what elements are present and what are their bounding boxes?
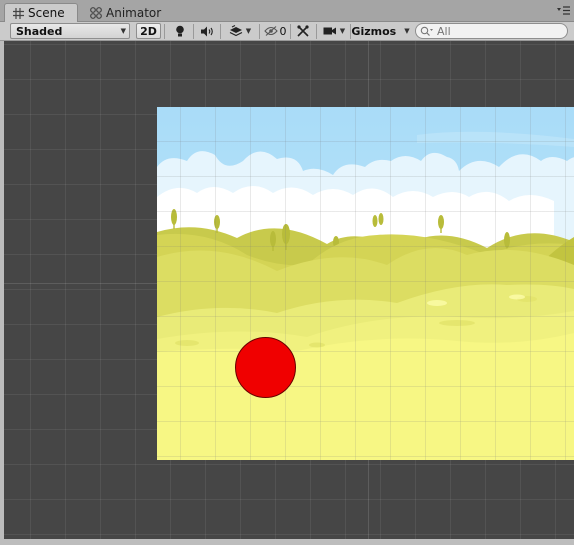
scene-toolbar: Shaded ▼ 2D ▼ 0 ▼ Gizmos ▼ <box>0 22 574 41</box>
tools-toggle[interactable] <box>293 23 313 39</box>
red-circle-sprite[interactable] <box>235 337 296 398</box>
effects-dropdown[interactable]: ▼ <box>223 23 257 39</box>
tab-scene-label: Scene <box>28 6 65 20</box>
scene-visibility-toggle[interactable]: 0 <box>262 23 288 39</box>
lighting-toggle[interactable] <box>170 23 190 39</box>
scene-hash-icon <box>13 7 24 19</box>
search-icon <box>420 26 433 36</box>
tab-animator-label: Animator <box>106 5 162 20</box>
toolbar-divider <box>164 24 165 39</box>
camera-icon <box>323 27 336 35</box>
audio-toggle[interactable] <box>196 23 218 39</box>
chevron-down-icon: ▼ <box>404 27 410 35</box>
grid-overlay <box>157 107 574 460</box>
mode-2d-button[interactable]: 2D <box>136 23 161 39</box>
shading-mode-dropdown[interactable]: Shaded ▼ <box>10 23 130 39</box>
chevron-down-icon: ▼ <box>120 27 126 35</box>
scene-viewport[interactable] <box>4 41 574 539</box>
effects-layers-icon <box>229 25 243 37</box>
toolbar-divider <box>316 24 317 39</box>
toolbar-divider <box>290 24 291 39</box>
gizmos-label: Gizmos <box>351 24 397 38</box>
toolbar-divider <box>259 24 260 39</box>
chevron-down-icon: ▼ <box>339 27 346 35</box>
toolbar-divider <box>193 24 194 39</box>
animator-icon <box>90 6 102 19</box>
tab-bar: Scene Animator <box>0 0 574 22</box>
tab-scene[interactable]: Scene <box>4 3 78 22</box>
hidden-eye-icon <box>263 26 278 36</box>
chevron-down-icon: ▼ <box>245 27 252 35</box>
search-input[interactable] <box>437 24 557 38</box>
tab-animator[interactable]: Animator <box>82 3 172 22</box>
panel-border <box>0 539 574 545</box>
scene-search-field[interactable] <box>415 23 568 39</box>
panel-menu-icon[interactable] <box>556 6 570 16</box>
lightbulb-icon <box>176 25 184 37</box>
tools-wrench-icon <box>297 25 309 37</box>
gizmos-dropdown[interactable]: Gizmos ▼ <box>351 23 410 39</box>
hidden-objects-count: 0 <box>279 24 287 38</box>
shading-mode-label: Shaded <box>16 24 63 38</box>
camera-settings-dropdown[interactable]: ▼ <box>319 23 349 39</box>
toolbar-divider <box>220 24 221 39</box>
speaker-icon <box>201 26 213 36</box>
